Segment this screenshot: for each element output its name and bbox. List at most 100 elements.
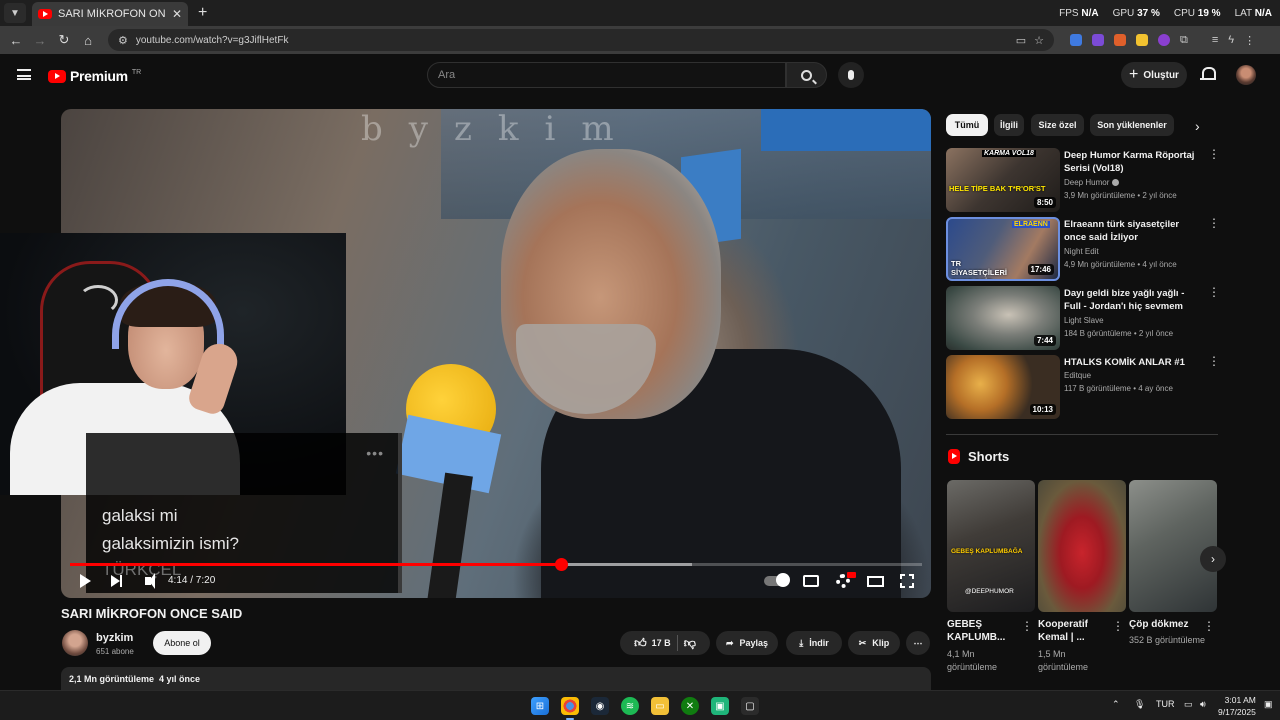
forward-arrow-icon[interactable]: → (28, 33, 52, 48)
network-icon[interactable]: ▭ (1184, 699, 1193, 710)
input-language[interactable]: TUR (1156, 699, 1175, 709)
short-thumbnail[interactable] (1129, 480, 1217, 612)
home-icon[interactable]: ⌂ (76, 33, 100, 48)
xbox-app-icon[interactable]: ✕ (681, 697, 699, 715)
bookmark-star-icon[interactable]: ☆ (1034, 34, 1044, 47)
more-vertical-icon[interactable]: ⋮ (1208, 286, 1220, 298)
progress-scrubber[interactable] (555, 558, 569, 571)
create-button[interactable]: + Oluştur (1121, 62, 1187, 88)
fullscreen-button[interactable] (898, 572, 916, 590)
chat-scrollbar[interactable] (398, 433, 402, 593)
recommendation-item[interactable]: ELRAENN TR SİYASETÇİLERİ ONCE SAİD 17:46… (946, 217, 1220, 283)
like-dislike-group: 👍︎ 17 B 👎︎ (620, 631, 710, 655)
cast-icon[interactable]: ▭ (1016, 34, 1026, 47)
recommendation-thumbnail[interactable]: KARMA VOL18 HELE TİPE BAK T*R'OR'ST 8:50 (946, 148, 1060, 212)
app-icon-monitor[interactable]: ▢ (741, 697, 759, 715)
extension-orange-icon[interactable] (1114, 34, 1126, 46)
account-avatar[interactable] (1236, 65, 1256, 85)
url-text: youtube.com/watch?v=g3JiflHetFk (135, 34, 289, 46)
search-button[interactable] (786, 62, 827, 88)
tab-search-chevron-icon[interactable]: ▼ (4, 3, 26, 23)
recommendation-item[interactable]: 10:13 HTALKS KOMİK ANLAR #1 Editque 117 … (946, 355, 1220, 421)
short-item[interactable]: Kooperatif Kemal | ... 1,5 Mn görüntülem… (1038, 480, 1126, 676)
close-tab-icon[interactable]: ✕ (172, 7, 182, 21)
tray-microphone-icon[interactable]: 🎙︎ (1134, 699, 1145, 710)
chevron-right-icon[interactable]: › (1195, 118, 1200, 134)
description-box[interactable]: 2,1 Mn görüntüleme 4 yıl önce (61, 667, 931, 691)
reading-list-icon[interactable]: ≡ (1212, 34, 1218, 46)
share-button[interactable]: ➦ Paylaş (716, 631, 778, 655)
more-vertical-icon[interactable]: ⋮ (1208, 217, 1220, 229)
extension-purple-icon[interactable] (1092, 34, 1104, 46)
chip-related[interactable]: İlgili (994, 114, 1024, 136)
more-actions-button[interactable]: ⋯ (906, 631, 930, 655)
chevron-right-icon: › (1211, 552, 1215, 566)
short-item[interactable]: Çöp dökmez 352 B görüntüleme ⋮ (1129, 480, 1217, 676)
thumbs-down-icon[interactable]: 👎︎ (684, 636, 696, 651)
theater-mode-button[interactable] (865, 572, 885, 590)
autoplay-toggle[interactable] (764, 572, 790, 590)
reload-icon[interactable]: ↻ (52, 32, 76, 48)
hamburger-menu-icon[interactable] (17, 69, 31, 80)
more-vertical-icon[interactable]: ⋮ (1021, 620, 1033, 632)
browser-menu-icon[interactable]: ⋮ (1244, 34, 1255, 47)
short-thumbnail[interactable]: GEBEŞ KAPLUMBAĞA @DEEPHUMOR (947, 480, 1035, 612)
back-arrow-icon[interactable]: ← (4, 33, 28, 48)
download-button[interactable]: ⤓ İndir (786, 631, 842, 655)
extension-yellow-icon[interactable] (1136, 34, 1148, 46)
clip-button[interactable]: ✂ Klip (848, 631, 900, 655)
tab-title: SARI MİKROFON ONCE SAID - (58, 8, 166, 20)
more-vertical-icon[interactable]: ⋮ (1208, 148, 1220, 160)
chat-overlay: ••• galaksi mi galaksimizin ismi? TÜRKÇE… (86, 433, 402, 593)
more-vertical-icon[interactable]: ⋮ (1112, 620, 1124, 632)
youtube-logo[interactable]: Premium TR (48, 68, 141, 84)
recommendation-item[interactable]: KARMA VOL18 HELE TİPE BAK T*R'OR'ST 8:50… (946, 148, 1220, 214)
subscribe-button[interactable]: Abone ol (153, 631, 211, 655)
next-button[interactable] (108, 572, 124, 590)
file-explorer-icon[interactable]: ▭ (651, 697, 669, 715)
address-bar[interactable]: ⚙ youtube.com/watch?v=g3JiflHetFk ▭ ☆ (108, 29, 1054, 51)
short-views: 352 B görüntüleme (1129, 635, 1206, 645)
site-info-icon[interactable]: ⚙ (118, 34, 128, 47)
recommendation-thumbnail[interactable]: 10:13 (946, 355, 1060, 419)
windows-start-icon[interactable]: ⊞ (531, 697, 549, 715)
recommendation-item[interactable]: 7:44 Dayı geldi bize yağlı yağlı - Full … (946, 286, 1220, 352)
time-display: 4:14 / 7:20 (168, 575, 216, 586)
channel-name[interactable]: byzkim (96, 632, 133, 644)
notifications-bell-icon[interactable] (1200, 67, 1216, 81)
shorts-next-button[interactable]: › (1200, 546, 1226, 572)
spotify-app-icon[interactable]: ≋ (621, 697, 639, 715)
search-input[interactable]: Ara (427, 62, 786, 88)
extension-violet-icon[interactable] (1158, 34, 1170, 46)
speaker-icon[interactable]: 🔊︎ (1200, 699, 1206, 710)
extension-translate-icon[interactable] (1070, 34, 1082, 46)
short-thumbnail[interactable] (1038, 480, 1126, 612)
mute-button[interactable] (140, 572, 156, 590)
chip-for-you[interactable]: Size özel (1031, 114, 1084, 136)
section-divider (946, 434, 1218, 435)
app-icon-green[interactable]: ▣ (711, 697, 729, 715)
recommendation-thumbnail[interactable]: ELRAENN TR SİYASETÇİLERİ ONCE SAİD 17:46 (946, 217, 1060, 281)
system-clock[interactable]: 3:01 AM 9/17/2025 (1218, 694, 1256, 718)
chat-menu-icon[interactable]: ••• (366, 445, 384, 461)
play-button[interactable] (77, 572, 93, 590)
chrome-app-icon[interactable] (561, 697, 579, 715)
like-button[interactable]: 👍︎ 17 B (634, 636, 671, 651)
youtube-play-logo-icon (48, 69, 66, 83)
extensions-puzzle-icon[interactable]: ⧉ (1180, 34, 1188, 47)
voice-search-button[interactable] (838, 62, 864, 88)
subtitles-button[interactable] (802, 572, 820, 590)
short-item[interactable]: GEBEŞ KAPLUMBAĞA @DEEPHUMOR GEBEŞ KAPLUM… (947, 480, 1035, 676)
steam-app-icon[interactable]: ◉ (591, 697, 609, 715)
recommendation-thumbnail[interactable]: 7:44 (946, 286, 1060, 350)
more-vertical-icon[interactable]: ⋮ (1208, 355, 1220, 367)
notification-icon[interactable]: ▣ (1264, 699, 1273, 710)
chip-all[interactable]: Tümü (946, 114, 988, 136)
profile-lightning-icon[interactable]: ϟ (1228, 34, 1234, 46)
tray-chevron-icon[interactable]: ⌃ (1112, 699, 1120, 710)
channel-avatar[interactable] (62, 630, 88, 656)
chip-recent[interactable]: Son yüklenenler (1090, 114, 1174, 136)
new-tab-icon[interactable]: + (198, 4, 207, 22)
browser-tab-active[interactable]: SARI MİKROFON ONCE SAID - ✕ (32, 2, 188, 26)
more-vertical-icon[interactable]: ⋮ (1203, 620, 1215, 632)
